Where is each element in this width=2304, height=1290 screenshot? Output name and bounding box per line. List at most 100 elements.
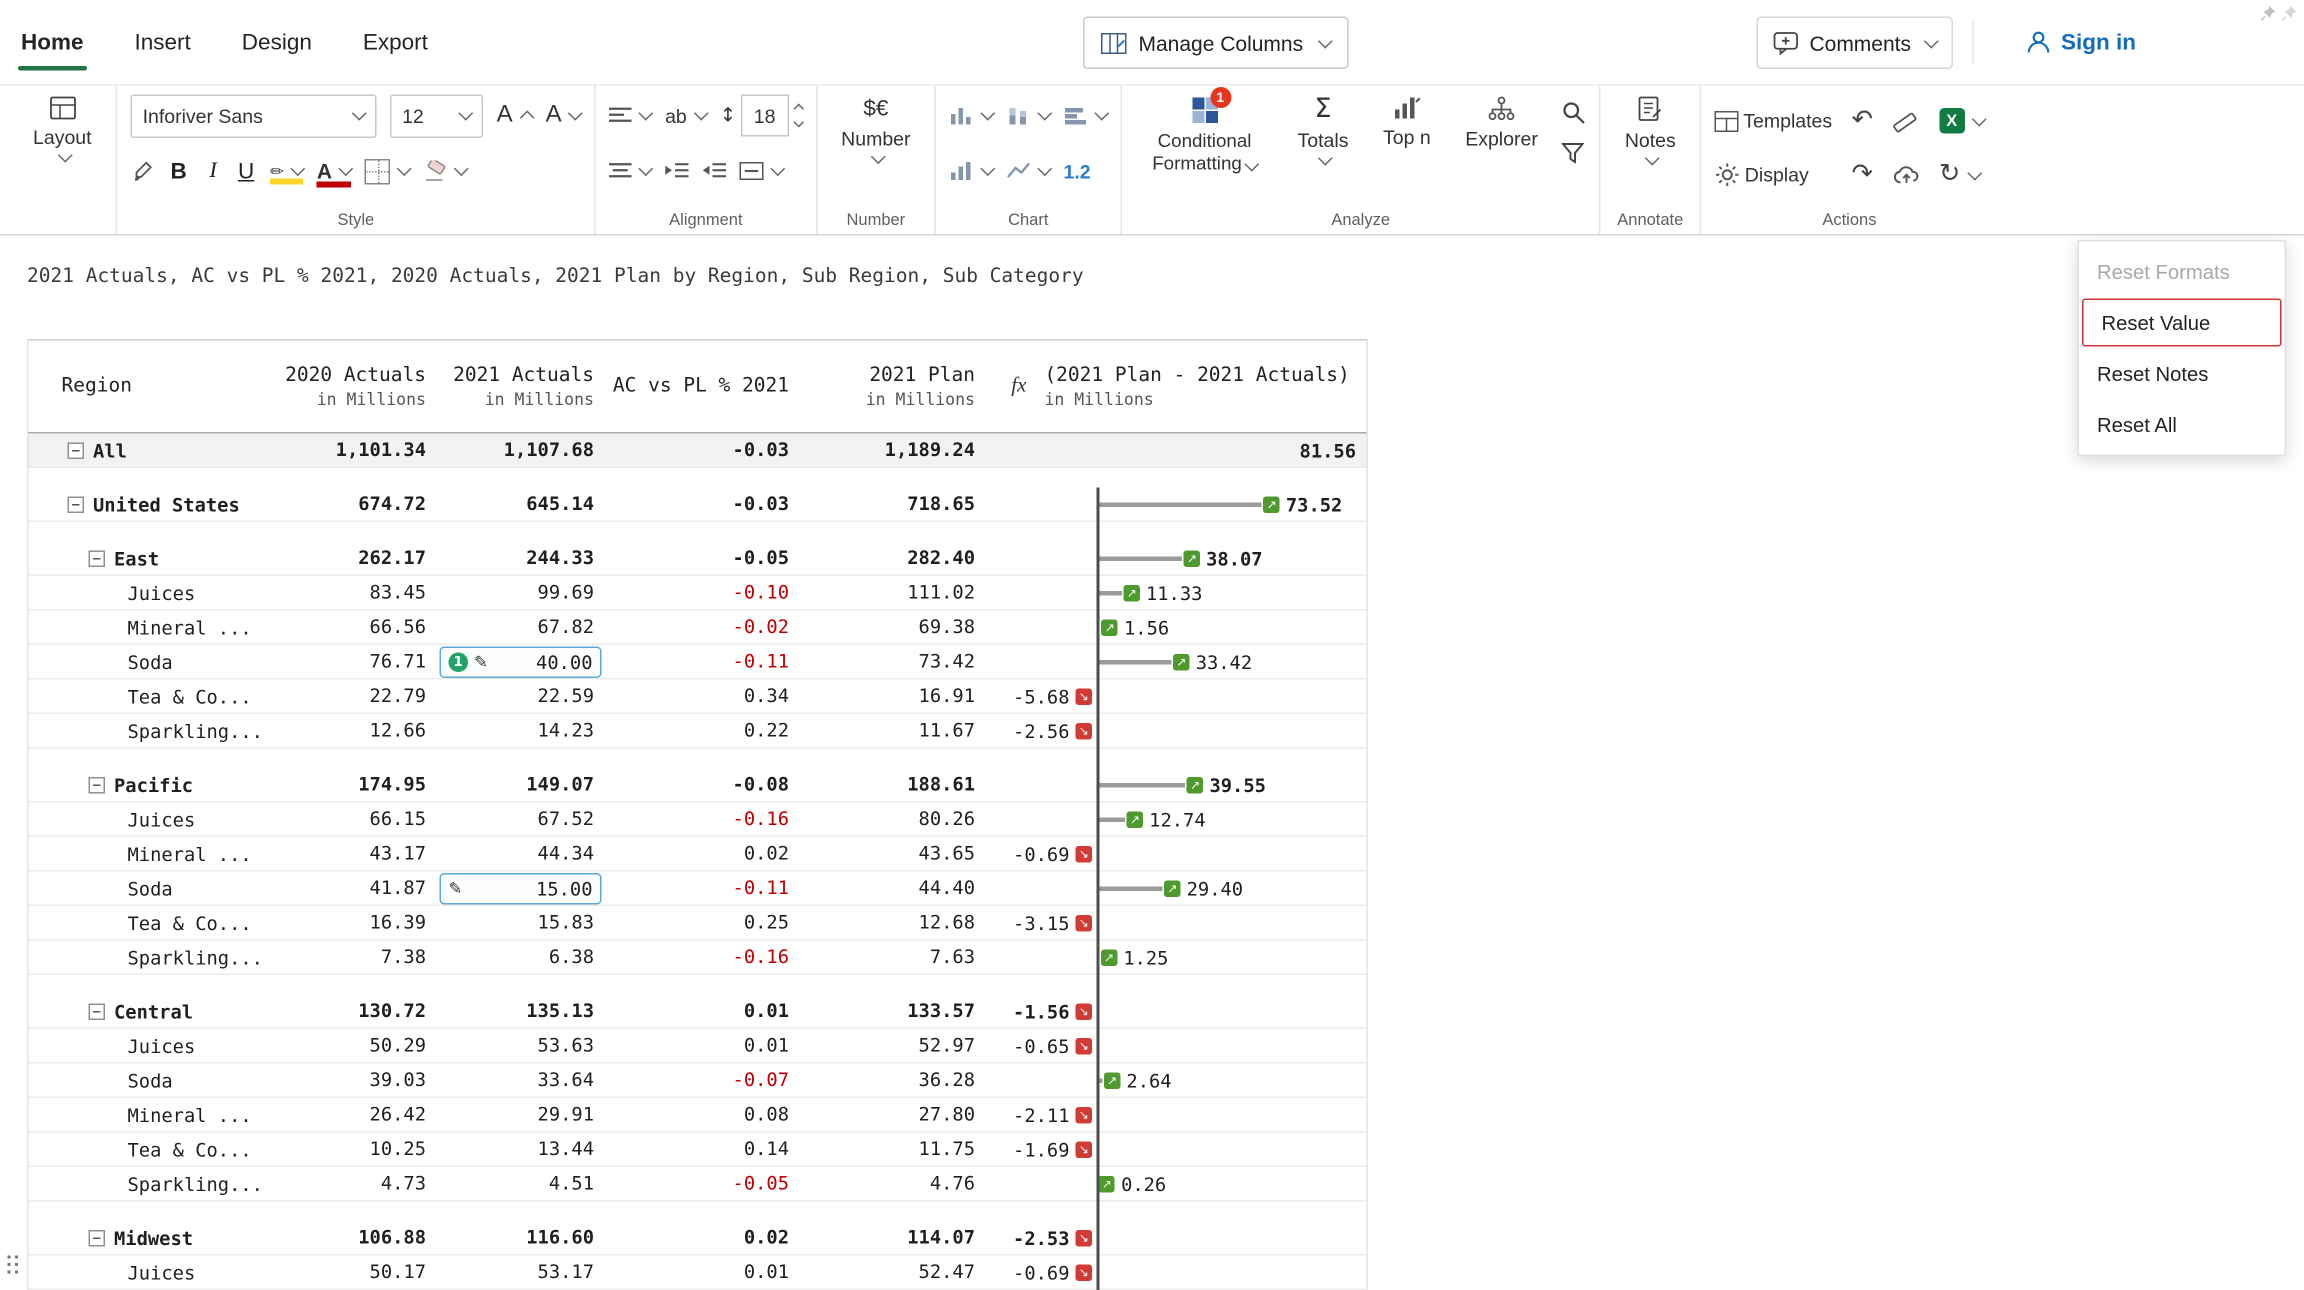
col-header-ac-vs-pl[interactable]: AC vs PL % 2021 bbox=[605, 341, 800, 433]
vertical-align-button[interactable] bbox=[610, 162, 652, 180]
cell-variance[interactable]: ↘-0.69 bbox=[986, 837, 1367, 872]
notes-button[interactable]: Notes bbox=[1614, 92, 1686, 169]
ruler-icon[interactable] bbox=[1893, 109, 1920, 133]
col-header-2021-plan[interactable]: 2021 Planin Millions bbox=[800, 341, 986, 433]
region-cell[interactable]: Soda bbox=[29, 872, 260, 907]
cell-2021-actuals[interactable]: 4.51 bbox=[437, 1167, 605, 1202]
cell-2021-actuals[interactable]: 67.82 bbox=[437, 611, 605, 646]
increase-font-button[interactable]: A bbox=[497, 102, 533, 129]
comments-button[interactable]: Comments bbox=[1757, 17, 1953, 70]
cell-2020-actuals[interactable]: 12.66 bbox=[260, 714, 437, 749]
cell-2020-actuals[interactable]: 130.72 bbox=[260, 995, 437, 1030]
totals-button[interactable]: Σ Totals bbox=[1287, 92, 1359, 169]
horizontal-bar-chart-button[interactable] bbox=[1064, 105, 1108, 126]
cell-2020-actuals[interactable]: 674.72 bbox=[260, 488, 437, 523]
region-cell[interactable]: Juices bbox=[29, 1029, 260, 1064]
cell-2021-plan[interactable]: 27.80 bbox=[800, 1098, 986, 1133]
cell-variance[interactable]: ↗11.33 bbox=[986, 576, 1367, 611]
cell-2021-plan[interactable]: 44.40 bbox=[800, 872, 986, 907]
cell-2021-plan[interactable]: 133.57 bbox=[800, 995, 986, 1030]
export-excel-button[interactable]: X bbox=[1939, 108, 1984, 134]
cell-variance[interactable]: ↗33.42 bbox=[986, 645, 1367, 680]
italic-button[interactable]: I bbox=[204, 158, 222, 184]
cell-2021-actuals[interactable]: 53.63 bbox=[437, 1029, 605, 1064]
cell-2020-actuals[interactable]: 43.17 bbox=[260, 837, 437, 872]
table-row[interactable]: Mineral ...43.1744.340.0243.65↘-0.69 bbox=[29, 837, 1367, 872]
region-cell[interactable]: Soda bbox=[29, 1064, 260, 1099]
row-height-stepper[interactable] bbox=[795, 105, 803, 126]
display-button[interactable]: Display bbox=[1715, 162, 1832, 188]
cell-ac-vs-pl-pct[interactable]: 0.25 bbox=[605, 906, 800, 941]
region-cell[interactable]: Sparkling... bbox=[29, 714, 260, 749]
region-cell[interactable]: Sparkling... bbox=[29, 1167, 260, 1202]
table-row[interactable]: Juices83.4599.69-0.10111.02↗11.33 bbox=[29, 576, 1367, 611]
cell-2020-actuals[interactable]: 50.29 bbox=[260, 1029, 437, 1064]
cell-variance[interactable]: ↘-1.56 bbox=[986, 995, 1367, 1030]
row-height-input[interactable]: 18 bbox=[741, 95, 789, 137]
edited-cell[interactable]: ✎15.00 bbox=[440, 873, 602, 905]
cell-2021-actuals[interactable]: 22.59 bbox=[437, 680, 605, 715]
cell-2021-plan[interactable]: 1,189.24 bbox=[800, 434, 986, 469]
cell-variance[interactable]: ↗73.52 bbox=[986, 488, 1367, 523]
region-cell[interactable]: Juices bbox=[29, 1256, 260, 1290]
cell-variance[interactable]: ↗1.25 bbox=[986, 941, 1367, 976]
cell-2020-actuals[interactable]: 41.87 bbox=[260, 872, 437, 907]
collapse-toggle-icon[interactable] bbox=[89, 1004, 106, 1021]
cell-2021-plan[interactable]: 718.65 bbox=[800, 488, 986, 523]
cell-2021-actuals[interactable]: 44.34 bbox=[437, 837, 605, 872]
cell-2020-actuals[interactable]: 39.03 bbox=[260, 1064, 437, 1099]
cell-variance[interactable]: ↘-2.56 bbox=[986, 714, 1367, 749]
table-row[interactable]: East262.17244.33-0.05282.40↗38.07 bbox=[29, 542, 1367, 577]
table-row[interactable]: Midwest106.88116.600.02114.07↘-2.53 bbox=[29, 1221, 1367, 1256]
cell-ac-vs-pl-pct[interactable]: 0.02 bbox=[605, 837, 800, 872]
cell-2021-actuals[interactable]: 135.13 bbox=[437, 995, 605, 1030]
tab-home[interactable]: Home bbox=[21, 0, 84, 84]
line-chart-button[interactable] bbox=[1007, 161, 1051, 182]
collapse-toggle-icon[interactable] bbox=[89, 551, 106, 568]
sign-in-button[interactable]: Sign in bbox=[2025, 0, 2136, 84]
table-row[interactable]: Mineral ...26.4229.910.0827.80↘-2.11 bbox=[29, 1098, 1367, 1133]
decrease-font-button[interactable]: A bbox=[546, 102, 582, 129]
cell-2021-actuals[interactable]: 99.69 bbox=[437, 576, 605, 611]
cell-2020-actuals[interactable]: 22.79 bbox=[260, 680, 437, 715]
region-cell[interactable]: Tea & Co... bbox=[29, 1133, 260, 1168]
decimal-places-button[interactable]: 1.2 bbox=[1064, 160, 1091, 183]
region-cell[interactable]: Mineral ... bbox=[29, 837, 260, 872]
col-header-2020-actuals[interactable]: 2020 Actualsin Millions bbox=[260, 341, 437, 433]
cell-2021-plan[interactable]: 7.63 bbox=[800, 941, 986, 976]
cell-2020-actuals[interactable]: 50.17 bbox=[260, 1256, 437, 1290]
cell-variance[interactable]: ↗0.26 bbox=[986, 1167, 1367, 1202]
edited-cell[interactable]: 1✎40.00 bbox=[440, 647, 602, 679]
menu-item-reset-notes[interactable]: Reset Notes bbox=[2079, 348, 2285, 399]
cell-2021-plan[interactable]: 16.91 bbox=[800, 680, 986, 715]
cell-2020-actuals[interactable]: 106.88 bbox=[260, 1221, 437, 1256]
merge-cells-button[interactable] bbox=[740, 162, 784, 180]
cell-2021-actuals[interactable]: 67.52 bbox=[437, 803, 605, 838]
row-height-control[interactable]: ↕ 18 bbox=[720, 95, 802, 137]
cell-ac-vs-pl-pct[interactable]: 0.01 bbox=[605, 1256, 800, 1290]
cell-ac-vs-pl-pct[interactable]: -0.05 bbox=[605, 1167, 800, 1202]
table-row[interactable]: Tea & Co...16.3915.830.2512.68↘-3.15 bbox=[29, 906, 1367, 941]
table-row[interactable]: Tea & Co...22.7922.590.3416.91↘-5.68 bbox=[29, 680, 1367, 715]
cell-2021-plan[interactable]: 80.26 bbox=[800, 803, 986, 838]
redo-button[interactable]: ↷ bbox=[1852, 162, 1873, 188]
cell-2021-actuals[interactable]: 1✎40.00 bbox=[437, 645, 605, 680]
tab-design[interactable]: Design bbox=[242, 0, 312, 84]
cell-2021-actuals[interactable]: 6.38 bbox=[437, 941, 605, 976]
table-row[interactable]: United States674.72645.14-0.03718.65↗73.… bbox=[29, 488, 1367, 523]
cell-2021-actuals[interactable]: 29.91 bbox=[437, 1098, 605, 1133]
cell-variance[interactable]: ↘-0.69 bbox=[986, 1256, 1367, 1290]
cell-2021-actuals[interactable]: 244.33 bbox=[437, 542, 605, 577]
table-row[interactable]: Pacific174.95149.07-0.08188.61↗39.55 bbox=[29, 768, 1367, 803]
cell-ac-vs-pl-pct[interactable]: -0.03 bbox=[605, 488, 800, 523]
cell-ac-vs-pl-pct[interactable]: -0.11 bbox=[605, 645, 800, 680]
decrease-indent-button[interactable] bbox=[665, 162, 689, 180]
cell-variance[interactable]: ↘-3.15 bbox=[986, 906, 1367, 941]
cell-2020-actuals[interactable]: 10.25 bbox=[260, 1133, 437, 1168]
cell-2021-plan[interactable]: 11.75 bbox=[800, 1133, 986, 1168]
cell-variance[interactable]: ↘-2.53 bbox=[986, 1221, 1367, 1256]
cell-2021-plan[interactable]: 52.47 bbox=[800, 1256, 986, 1290]
cell-ac-vs-pl-pct[interactable]: -0.03 bbox=[605, 434, 800, 469]
cell-2021-plan[interactable]: 282.40 bbox=[800, 542, 986, 577]
cell-2021-actuals[interactable]: 53.17 bbox=[437, 1256, 605, 1290]
